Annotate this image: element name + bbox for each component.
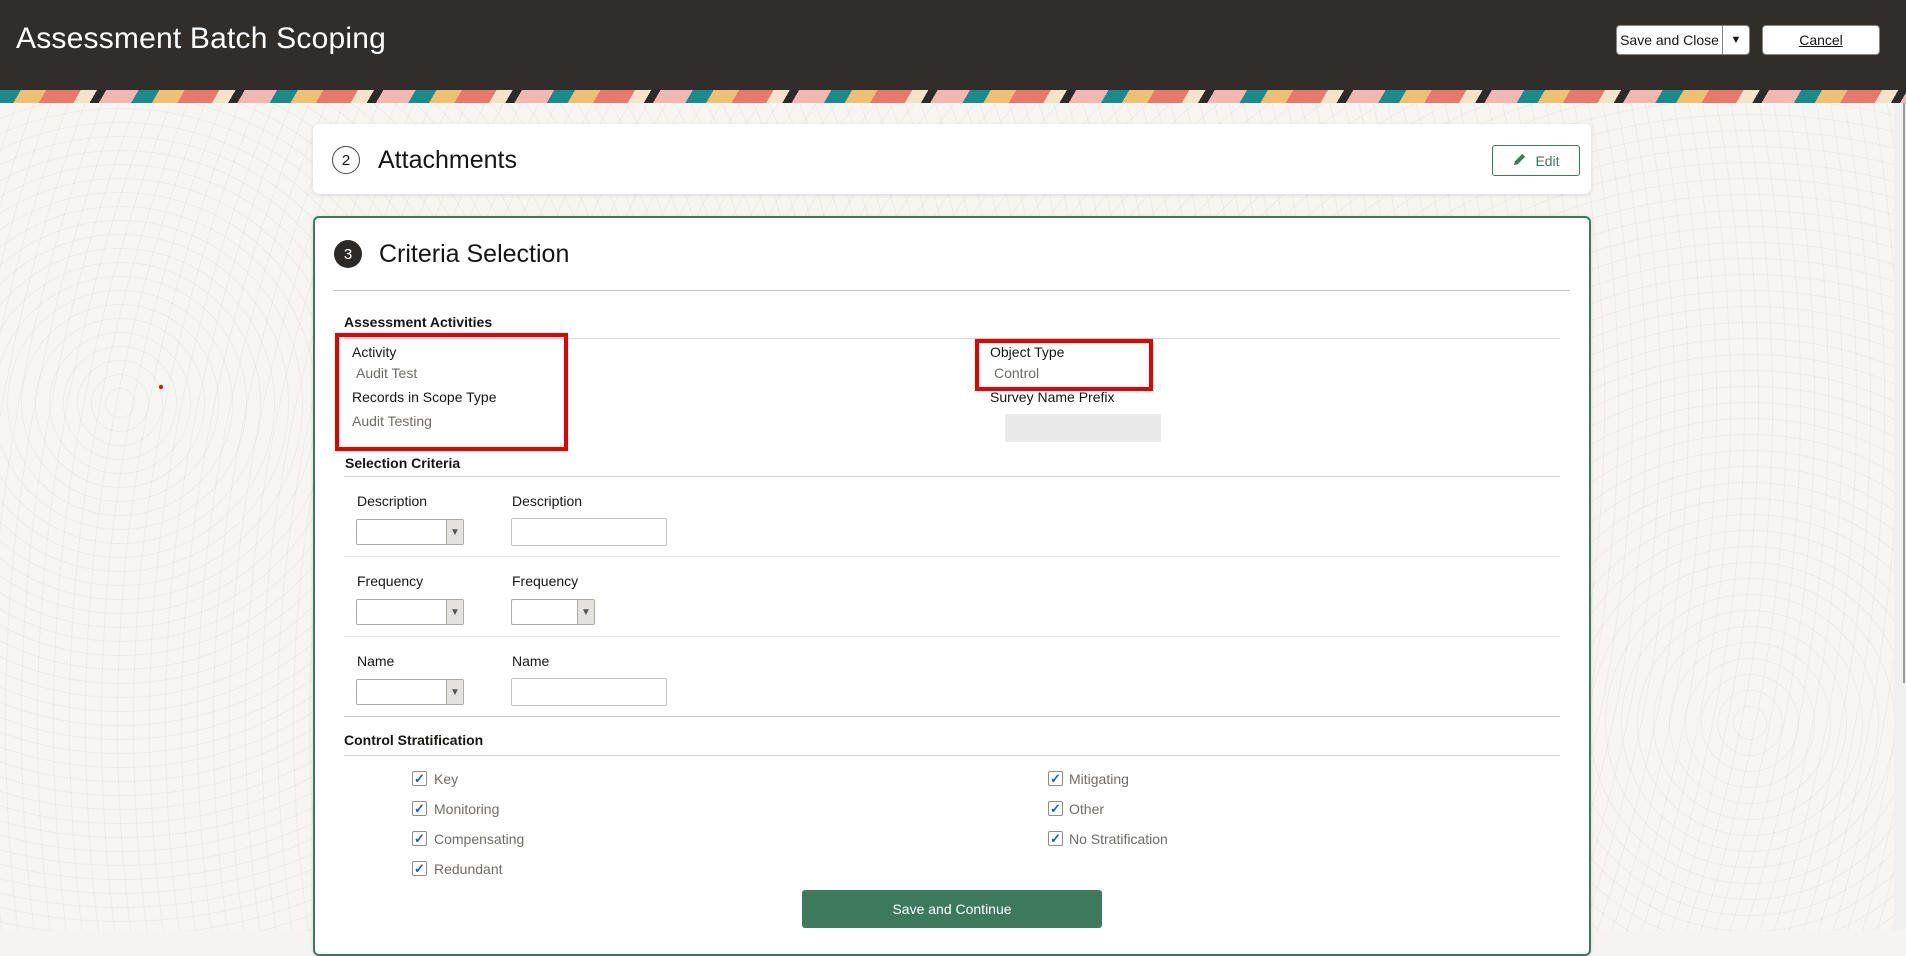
control-stratification-header: Control Stratification — [344, 732, 484, 748]
redundant-label: Redundant — [434, 861, 503, 877]
name-input[interactable] — [511, 678, 667, 706]
frequency-operator-select[interactable]: ▼ — [356, 599, 464, 625]
frequency-value-select[interactable]: ▼ — [511, 599, 595, 625]
chevron-down-icon: ▼ — [577, 600, 594, 624]
key-label: Key — [434, 771, 459, 787]
mitigating-checkbox[interactable]: ✓ — [1048, 771, 1063, 786]
section-divider — [344, 755, 1560, 756]
mitigating-label: Mitigating — [1069, 771, 1129, 787]
description-operator-select[interactable]: ▼ — [356, 519, 464, 545]
attachments-title: Attachments — [378, 146, 517, 174]
description-input[interactable] — [511, 518, 667, 546]
description-value-label: Description — [512, 493, 583, 509]
app-header: Assessment Batch Scoping Save and Close … — [0, 0, 1906, 90]
assessment-activities-header: Assessment Activities — [344, 314, 493, 330]
name-operator-label: Name — [357, 653, 395, 669]
highlight-box-activity — [335, 333, 568, 451]
save-menu-dropdown-button[interactable]: ▼ — [1723, 26, 1749, 54]
frequency-operator-label: Frequency — [357, 573, 424, 589]
name-value-label: Name — [512, 653, 550, 669]
chevron-down-icon: ▼ — [446, 600, 463, 624]
no-stratification-checkbox[interactable]: ✓ — [1048, 831, 1063, 846]
selection-criteria-header: Selection Criteria — [345, 455, 461, 471]
chevron-down-icon: ▼ — [446, 680, 463, 704]
highlight-box-object-type — [975, 339, 1153, 391]
pencil-icon — [1512, 152, 1527, 170]
decorative-banner — [0, 90, 1906, 103]
monitoring-checkbox[interactable]: ✓ — [412, 801, 427, 816]
edit-attachments-button[interactable]: Edit — [1492, 145, 1580, 176]
cursor-marker — [159, 385, 163, 389]
compensating-label: Compensating — [434, 831, 525, 847]
compensating-checkbox[interactable]: ✓ — [412, 831, 427, 846]
save-and-close-split-button: Save and Close ▼ — [1616, 25, 1750, 55]
edit-label: Edit — [1535, 152, 1560, 169]
section-divider — [344, 716, 1560, 717]
survey-name-prefix-input[interactable] — [1005, 414, 1161, 442]
chevron-down-icon: ▼ — [446, 520, 463, 544]
step-number-3: 3 — [334, 240, 362, 268]
description-operator-label: Description — [357, 493, 428, 509]
save-and-close-button[interactable]: Save and Close — [1617, 26, 1723, 54]
name-operator-select[interactable]: ▼ — [356, 679, 464, 705]
other-checkbox[interactable]: ✓ — [1048, 801, 1063, 816]
scrollbar-thumb[interactable] — [1903, 103, 1905, 683]
no-stratification-label: No Stratification — [1069, 831, 1168, 847]
title-divider — [333, 290, 1570, 291]
caret-down-icon: ▼ — [1730, 34, 1742, 46]
save-and-continue-button[interactable]: Save and Continue — [802, 890, 1102, 928]
other-label: Other — [1069, 801, 1105, 817]
row-divider — [344, 556, 1560, 557]
frequency-value-label: Frequency — [512, 573, 579, 589]
step-number-2: 2 — [332, 146, 360, 174]
cancel-button[interactable]: Cancel — [1762, 25, 1880, 55]
key-checkbox[interactable]: ✓ — [412, 771, 427, 786]
redundant-checkbox[interactable]: ✓ — [412, 861, 427, 876]
monitoring-label: Monitoring — [434, 801, 500, 817]
page-title: Assessment Batch Scoping — [16, 22, 386, 55]
survey-name-prefix-label: Survey Name Prefix — [990, 389, 1115, 405]
section-divider — [344, 476, 1560, 477]
row-divider — [344, 636, 1560, 637]
criteria-selection-title: Criteria Selection — [379, 240, 570, 268]
